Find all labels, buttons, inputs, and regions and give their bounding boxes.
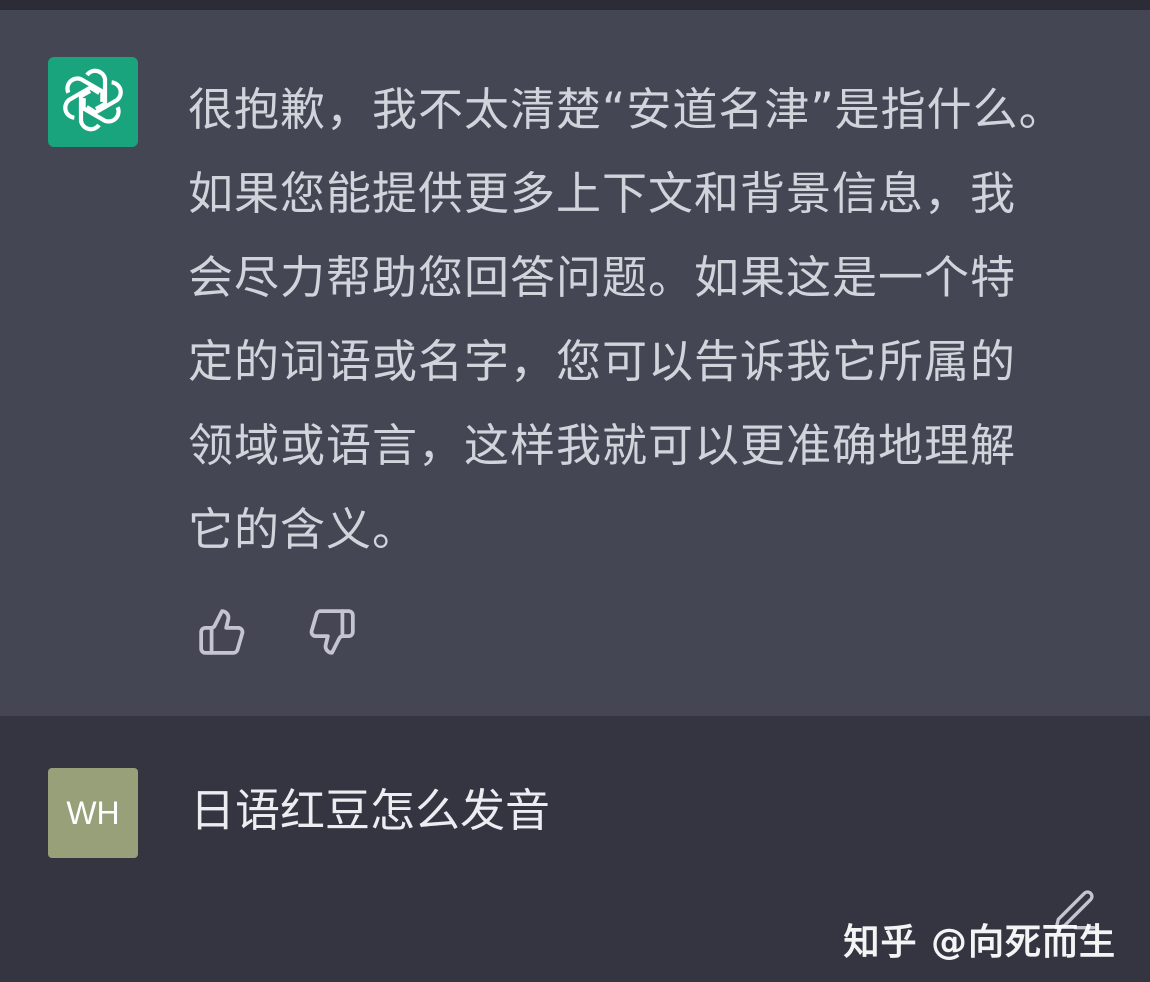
thumbs-down-button[interactable] (306, 608, 358, 660)
assistant-avatar (48, 57, 138, 147)
chat-screen: 很抱歉，我不太清楚“安道名津”是指什么。 如果您能提供更多上下文和背景信息，我 … (0, 0, 1150, 982)
watermark: 知乎 @向死而生 (843, 922, 1116, 963)
feedback-buttons (196, 608, 358, 660)
user-message-text: 日语红豆怎么发音 (190, 784, 551, 837)
assistant-message-row: 很抱歉，我不太清楚“安道名津”是指什么。 如果您能提供更多上下文和背景信息，我 … (0, 10, 1150, 716)
user-avatar: WH (48, 768, 138, 858)
openai-logo-icon (60, 67, 126, 137)
thumbs-down-icon (307, 607, 357, 661)
assistant-message-text: 很抱歉，我不太清楚“安道名津”是指什么。 如果您能提供更多上下文和背景信息，我 … (188, 83, 1065, 556)
top-edge (0, 0, 1150, 10)
thumbs-up-button[interactable] (196, 608, 248, 660)
user-message-row: WH 日语红豆怎么发音 知乎 @向死而生 (0, 716, 1150, 982)
thumbs-up-icon (197, 607, 247, 661)
